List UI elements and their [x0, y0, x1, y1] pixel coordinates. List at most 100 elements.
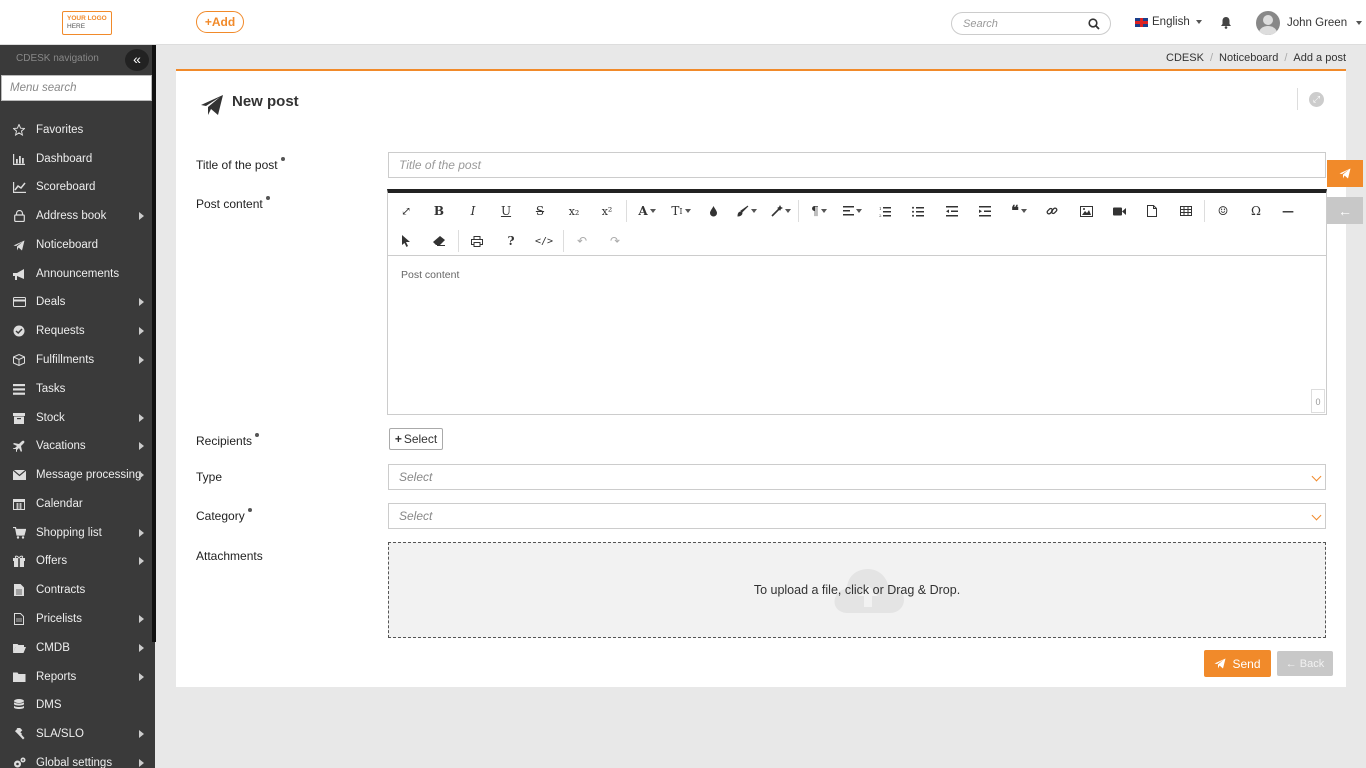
sidebar-item-dms[interactable]: DMS — [0, 695, 152, 715]
category-select[interactable]: Select — [388, 503, 1326, 529]
chevron-right-icon — [139, 298, 144, 306]
sidebar-item-requests[interactable]: Requests — [0, 321, 152, 341]
undo-icon[interactable]: ↶ — [569, 231, 595, 251]
sidebar-item-global-settings[interactable]: Global settings — [0, 753, 152, 768]
quote-icon[interactable]: ❝ — [1005, 201, 1033, 221]
editor-content-area[interactable]: Post content — [388, 256, 1326, 294]
sidebar-item-sla-slo[interactable]: SLA/SLO — [0, 724, 152, 744]
video-icon[interactable] — [1106, 201, 1132, 221]
sidebar-item-offers[interactable]: Offers — [0, 551, 152, 571]
expand-icon[interactable]: ⤢ — [1309, 92, 1324, 107]
sidebar-item-scoreboard[interactable]: Scoreboard — [0, 177, 152, 197]
sidebar-item-noticeboard[interactable]: Noticeboard — [0, 235, 152, 255]
bell-icon[interactable] — [1220, 16, 1232, 29]
sidebar-item-pricelists[interactable]: Pricelists — [0, 609, 152, 629]
toolbar-separator — [458, 230, 459, 252]
chevron-right-icon — [139, 730, 144, 738]
send-button[interactable]: Send — [1204, 650, 1271, 677]
image-icon[interactable] — [1073, 201, 1099, 221]
eraser-icon[interactable] — [426, 231, 452, 251]
post-title-input[interactable] — [388, 152, 1326, 178]
sidebar-item-deals[interactable]: Deals — [0, 292, 152, 312]
back-button[interactable]: ← Back — [1277, 651, 1333, 676]
superscript-icon[interactable]: x² — [594, 201, 620, 221]
user-menu[interactable]: John Green — [1256, 11, 1363, 35]
toolbar-separator — [563, 230, 564, 252]
table-icon[interactable] — [1173, 201, 1199, 221]
unordered-list-icon[interactable] — [905, 201, 931, 221]
indent-icon[interactable] — [972, 201, 998, 221]
sidebar-item-fulfillments[interactable]: Fulfillments — [0, 350, 152, 370]
link-icon[interactable] — [1039, 201, 1065, 221]
required-dot — [247, 508, 252, 512]
logo[interactable]: YOUR LOGO HERE — [62, 11, 112, 35]
underline-icon[interactable]: U — [493, 201, 519, 221]
bold-icon[interactable]: B — [426, 201, 452, 221]
sidebar-scrollbar[interactable] — [152, 45, 156, 642]
magic-wand-icon[interactable] — [767, 201, 795, 221]
italic-icon[interactable]: I — [460, 201, 486, 221]
top-bar: YOUR LOGO HERE +Add English John Green — [0, 0, 1366, 45]
help-icon[interactable]: ? — [498, 231, 524, 251]
rich-text-editor[interactable]: ⤢ B I U S x₂ x² A TI ¶ 12 ❝ ☺ Ω — ? </> … — [387, 189, 1327, 415]
subscript-icon[interactable]: x₂ — [561, 201, 587, 221]
toolbar-separator — [626, 200, 627, 222]
redo-icon[interactable]: ↷ — [602, 231, 628, 251]
sidebar-item-shopping-list[interactable]: Shopping list — [0, 523, 152, 543]
required-dot — [265, 196, 270, 200]
search-icon[interactable] — [1088, 18, 1100, 30]
sidebar-item-calendar[interactable]: Calendar — [0, 494, 152, 514]
add-button[interactable]: +Add — [196, 11, 244, 33]
sidebar-item-message-processing[interactable]: Message processing — [0, 465, 152, 485]
print-icon[interactable] — [464, 231, 490, 251]
sidebar-item-dashboard[interactable]: Dashboard — [0, 149, 152, 169]
sidebar-item-label: CMDB — [36, 642, 70, 654]
language-selector[interactable]: English — [1135, 16, 1202, 28]
emoji-icon[interactable]: ☺ — [1210, 201, 1236, 221]
sidebar-item-stock[interactable]: Stock — [0, 408, 152, 428]
required-dot — [280, 157, 285, 161]
sidebar-item-contracts[interactable]: Contracts — [0, 580, 152, 600]
select-recipients-button[interactable]: + Select — [389, 428, 443, 450]
sidebar-item-address-book[interactable]: Address book — [0, 206, 152, 226]
category-label: Category — [196, 508, 252, 523]
breadcrumb-item[interactable]: Noticeboard — [1219, 52, 1278, 64]
sidebar-item-reports[interactable]: Reports — [0, 667, 152, 687]
global-search[interactable] — [951, 12, 1111, 35]
font-family-icon[interactable]: A — [633, 201, 661, 221]
chevron-right-icon — [139, 644, 144, 652]
chevron-down-icon — [1195, 20, 1202, 24]
lock-icon — [12, 209, 26, 223]
sidebar-item-announcements[interactable]: Announcements — [0, 264, 152, 284]
breadcrumb-separator: / — [1209, 52, 1214, 64]
special-char-icon[interactable]: Ω — [1243, 201, 1269, 221]
paragraph-icon[interactable]: ¶ — [806, 201, 832, 221]
paint-brush-icon[interactable] — [733, 201, 761, 221]
breadcrumb-item[interactable]: CDESK — [1166, 52, 1204, 64]
file-dropzone[interactable]: To upload a file, click or Drag & Drop. — [388, 542, 1326, 638]
fullscreen-icon[interactable]: ⤢ — [393, 201, 419, 221]
strikethrough-icon[interactable]: S — [527, 201, 553, 221]
plane-icon — [12, 439, 26, 453]
outdent-icon[interactable] — [939, 201, 965, 221]
ordered-list-icon[interactable]: 12 — [872, 201, 898, 221]
collapse-sidebar-button[interactable]: « — [125, 49, 149, 71]
menu-search-input[interactable] — [1, 75, 152, 101]
sidebar-item-vacations[interactable]: Vacations — [0, 436, 152, 456]
quick-back-button[interactable]: ← — [1327, 197, 1363, 224]
align-icon[interactable] — [839, 201, 865, 221]
char-counter: 0 — [1311, 389, 1325, 413]
horizontal-rule-icon[interactable]: — — [1275, 201, 1301, 221]
type-select[interactable]: Select — [388, 464, 1326, 490]
quick-send-button[interactable] — [1327, 160, 1363, 187]
global-search-input[interactable] — [963, 13, 1093, 34]
font-size-icon[interactable]: TI — [667, 201, 695, 221]
sidebar-item-favorites[interactable]: Favorites — [0, 120, 152, 140]
sidebar-item-tasks[interactable]: Tasks — [0, 379, 152, 399]
file-icon[interactable] — [1139, 201, 1165, 221]
sidebar-item-cmdb[interactable]: CMDB — [0, 638, 152, 658]
select-cursor-icon[interactable] — [393, 231, 419, 251]
page-title: New post — [232, 92, 299, 110]
code-view-icon[interactable]: </> — [531, 231, 557, 251]
color-drop-icon[interactable] — [700, 201, 726, 221]
